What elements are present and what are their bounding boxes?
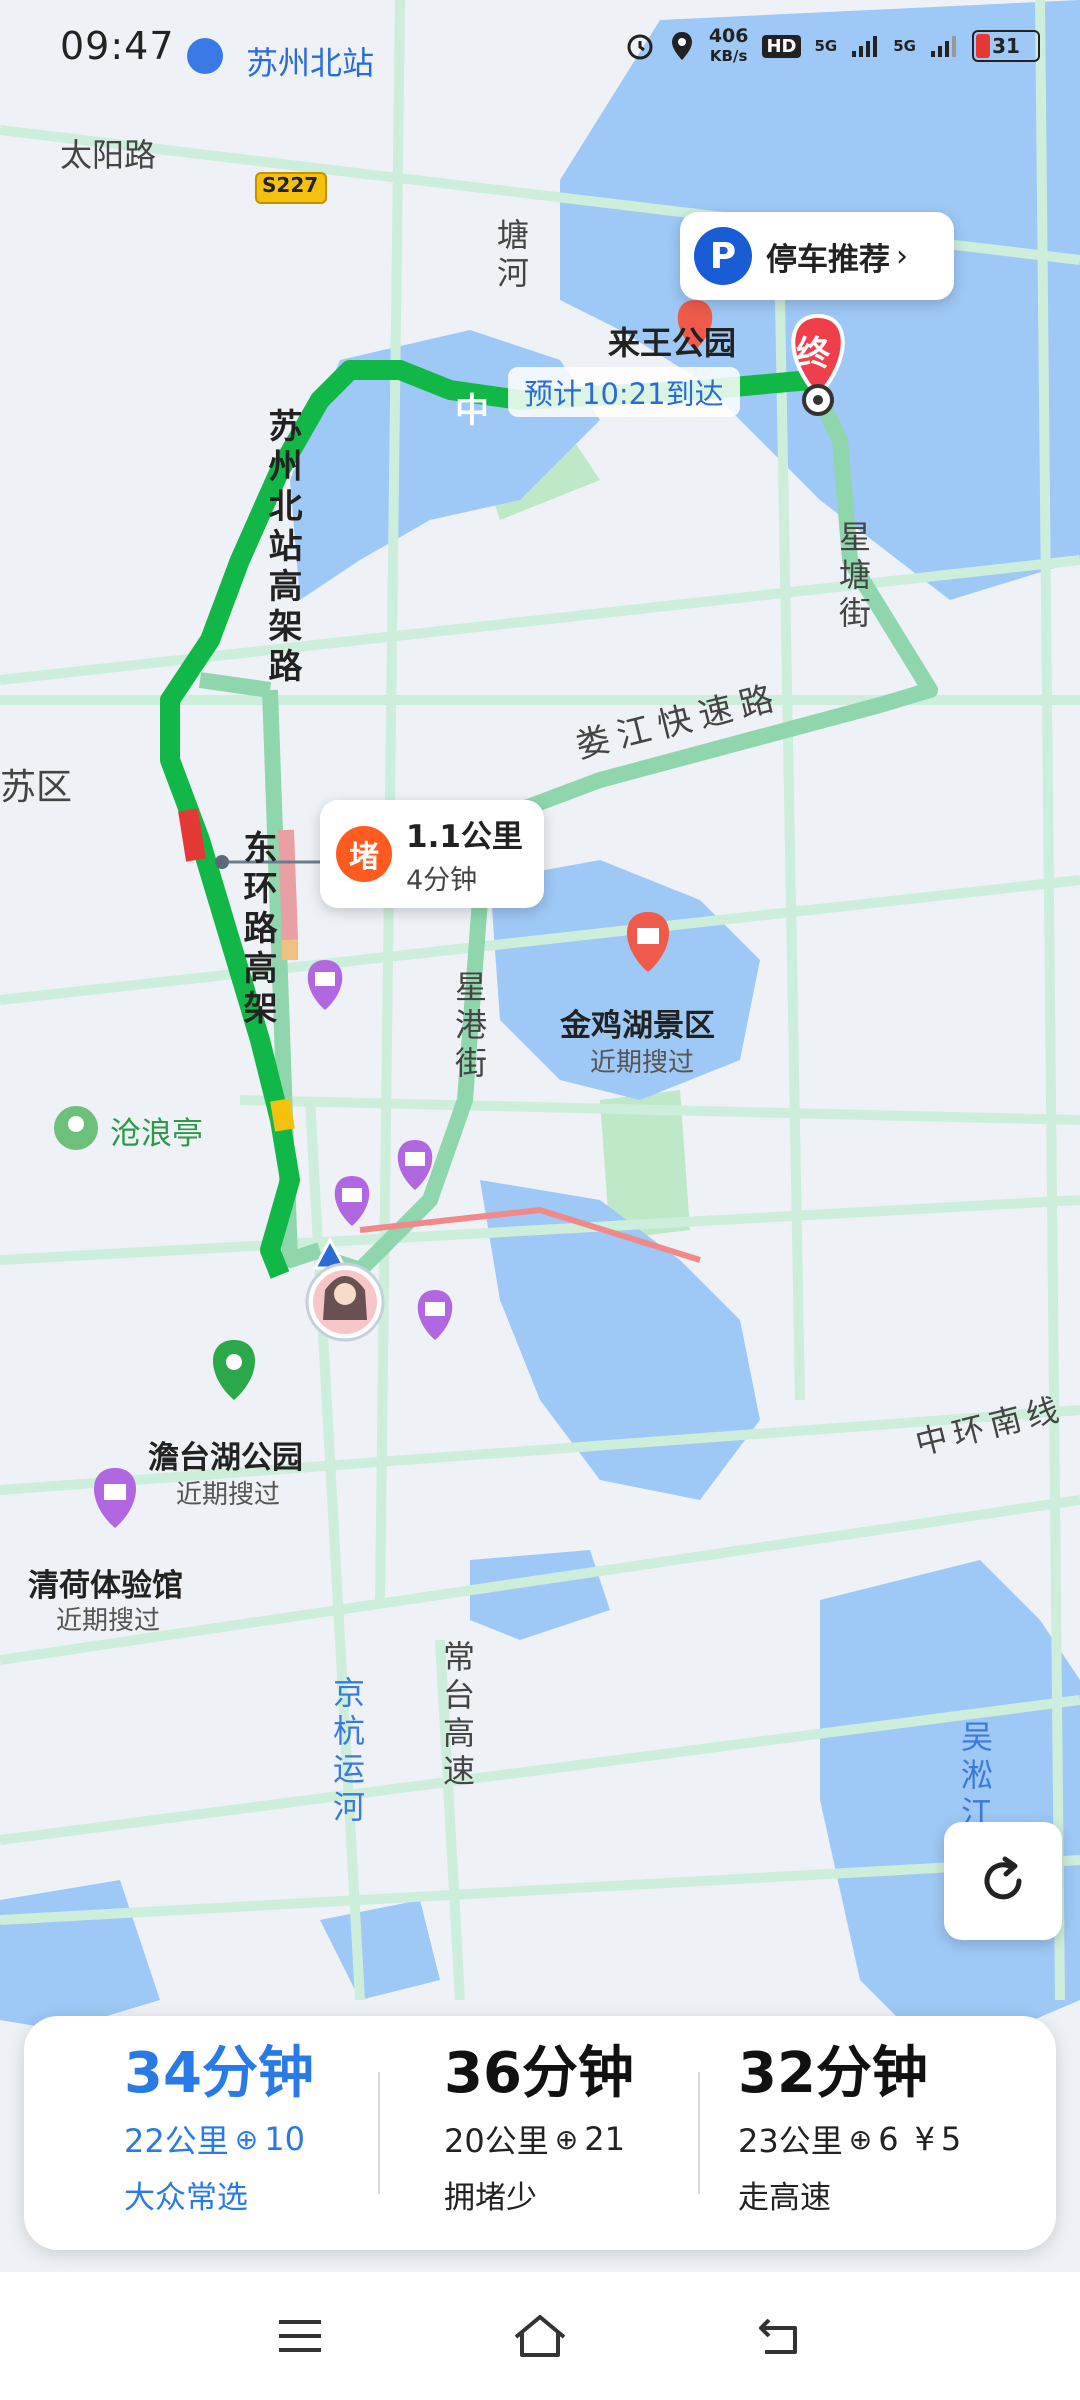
label-xingtang-street: 星塘街 <box>834 520 872 634</box>
signal-icon <box>852 36 878 57</box>
route-distance: 22公里 <box>124 2122 229 2160</box>
route-lights: 6 <box>878 2120 899 2158</box>
signal-2-label: 5G <box>893 37 916 55</box>
back-icon <box>759 2318 797 2354</box>
route-distance: 23公里 <box>738 2122 843 2160</box>
route-option-1[interactable]: 34分钟 22公里 ⊕ 10 大众常选 <box>124 2042 314 2217</box>
jam-duration: 4分钟 <box>406 865 478 896</box>
traffic-light-icon: ⊕ <box>234 2122 259 2156</box>
home-button[interactable] <box>510 2306 570 2366</box>
route-meta: 23公里 ⊕ 6 ¥ 5 <box>738 2116 961 2162</box>
label-wusong-river: 吴淞江 <box>956 1720 994 1834</box>
system-nav-bar <box>0 2272 1080 2400</box>
label-jinji-lake[interactable]: 金鸡湖景区 <box>560 1000 715 1045</box>
traffic-light-icon: ⊕ <box>848 2122 873 2156</box>
route-option-3[interactable]: 32分钟 23公里 ⊕ 6 ¥ 5 走高速 <box>738 2042 961 2217</box>
label-changtai-highway: 常台高速 <box>438 1640 476 1792</box>
refresh-icon <box>984 1856 1022 1900</box>
menu-button[interactable] <box>270 2306 330 2366</box>
label-su-district: 苏区 <box>0 767 73 808</box>
route-tag: 大众常选 <box>124 2180 248 2216</box>
label-north-station-elevated: 苏州北站高架路 <box>262 408 302 688</box>
route-duration: 32分钟 <box>738 2041 928 2106</box>
route-toll: 5 <box>940 2120 962 2158</box>
menu-icon <box>279 2320 321 2352</box>
label-qinghe-hall[interactable]: 清荷体验馆 <box>28 1560 183 1605</box>
route-duration: 36分钟 <box>444 2041 634 2106</box>
battery-level: 31 <box>992 34 1020 58</box>
label-jinghang-canal: 京杭运河 <box>328 1676 366 1828</box>
status-icons: 406 KB/s HD 5G 5G 31 <box>625 26 1040 66</box>
route-primary-slow <box>270 1098 295 1132</box>
route-tag: 走高速 <box>738 2180 831 2216</box>
label-east-ring-elevated: 东环路高架 <box>237 830 277 1030</box>
route-distance: 20公里 <box>444 2122 549 2160</box>
route-meta: 20公里 ⊕ 21 <box>444 2116 634 2162</box>
parking-label: 停车推荐 <box>766 241 890 278</box>
route-congestion <box>278 829 298 941</box>
route-lights: 21 <box>584 2120 625 2158</box>
location-icon <box>671 32 692 60</box>
parking-recommend-button[interactable]: P 停车推荐 › <box>680 212 954 300</box>
refresh-button[interactable] <box>944 1822 1062 1940</box>
hd-indicator: HD <box>762 34 801 58</box>
jam-badge: 堵 <box>336 826 392 882</box>
label-s227: S227 <box>262 173 319 197</box>
route-duration: 34分钟 <box>124 2041 314 2106</box>
net-speed: 406 KB/s <box>709 26 749 66</box>
label-recent-search: 近期搜过 <box>590 1048 695 1078</box>
callout-dot <box>215 855 229 869</box>
route-tag: 拥堵少 <box>444 2180 537 2216</box>
battery-fill <box>976 34 991 58</box>
status-bar: 09:47 406 KB/s HD 5G 5G 31 <box>0 0 1080 110</box>
label-xinggang-street: 星港街 <box>450 970 488 1084</box>
label-canglang-pavilion[interactable]: 沧浪亭 <box>110 1108 203 1153</box>
label-recent-search: 近期搜过 <box>56 1606 161 1636</box>
net-speed-unit: KB/s <box>709 47 748 65</box>
label-tang-river: 塘河 <box>492 218 530 294</box>
eta-label: 预计10:21到达 <box>508 367 740 417</box>
jam-distance: 1.1公里 <box>406 819 523 855</box>
poi-park-marker[interactable] <box>54 1106 98 1150</box>
label-laiwang-park[interactable]: 来王公园 <box>608 318 736 364</box>
parking-icon: P <box>694 227 752 285</box>
route-option-2[interactable]: 36分钟 20公里 ⊕ 21 拥堵少 <box>444 2042 634 2217</box>
route-lights: 10 <box>264 2120 305 2158</box>
traffic-jam-callout[interactable]: 堵 1.1公里 4分钟 <box>320 800 544 908</box>
signal-1-label: 5G <box>814 37 838 55</box>
traffic-light-icon: ⊕ <box>554 2122 579 2156</box>
clock: 09:47 <box>60 24 175 68</box>
route-primary-jam <box>178 808 206 862</box>
back-button[interactable] <box>750 2306 810 2366</box>
end-marker-label: 终 <box>796 334 830 374</box>
home-icon <box>514 2315 566 2357</box>
label-zhong-road: 中 <box>455 391 489 431</box>
alarm-icon <box>627 34 653 60</box>
chevron-right-icon: › <box>896 238 908 274</box>
avatar[interactable] <box>305 1262 385 1342</box>
divider <box>698 2072 700 2194</box>
net-speed-value: 406 <box>708 25 749 47</box>
label-dantai-park[interactable]: 澹台湖公园 <box>148 1432 303 1477</box>
route-meta: 22公里 ⊕ 10 <box>124 2116 314 2162</box>
divider <box>378 2072 380 2194</box>
route-options-panel: 34分钟 22公里 ⊕ 10 大众常选 36分钟 20公里 ⊕ 21 拥堵少 3… <box>24 2016 1056 2250</box>
label-recent-search: 近期搜过 <box>176 1480 281 1510</box>
yen-icon: ¥ <box>914 2120 935 2158</box>
label-taiyang-road: 太阳路 <box>60 136 157 174</box>
signal-icon <box>931 36 956 57</box>
battery-icon: 31 <box>972 30 1040 62</box>
